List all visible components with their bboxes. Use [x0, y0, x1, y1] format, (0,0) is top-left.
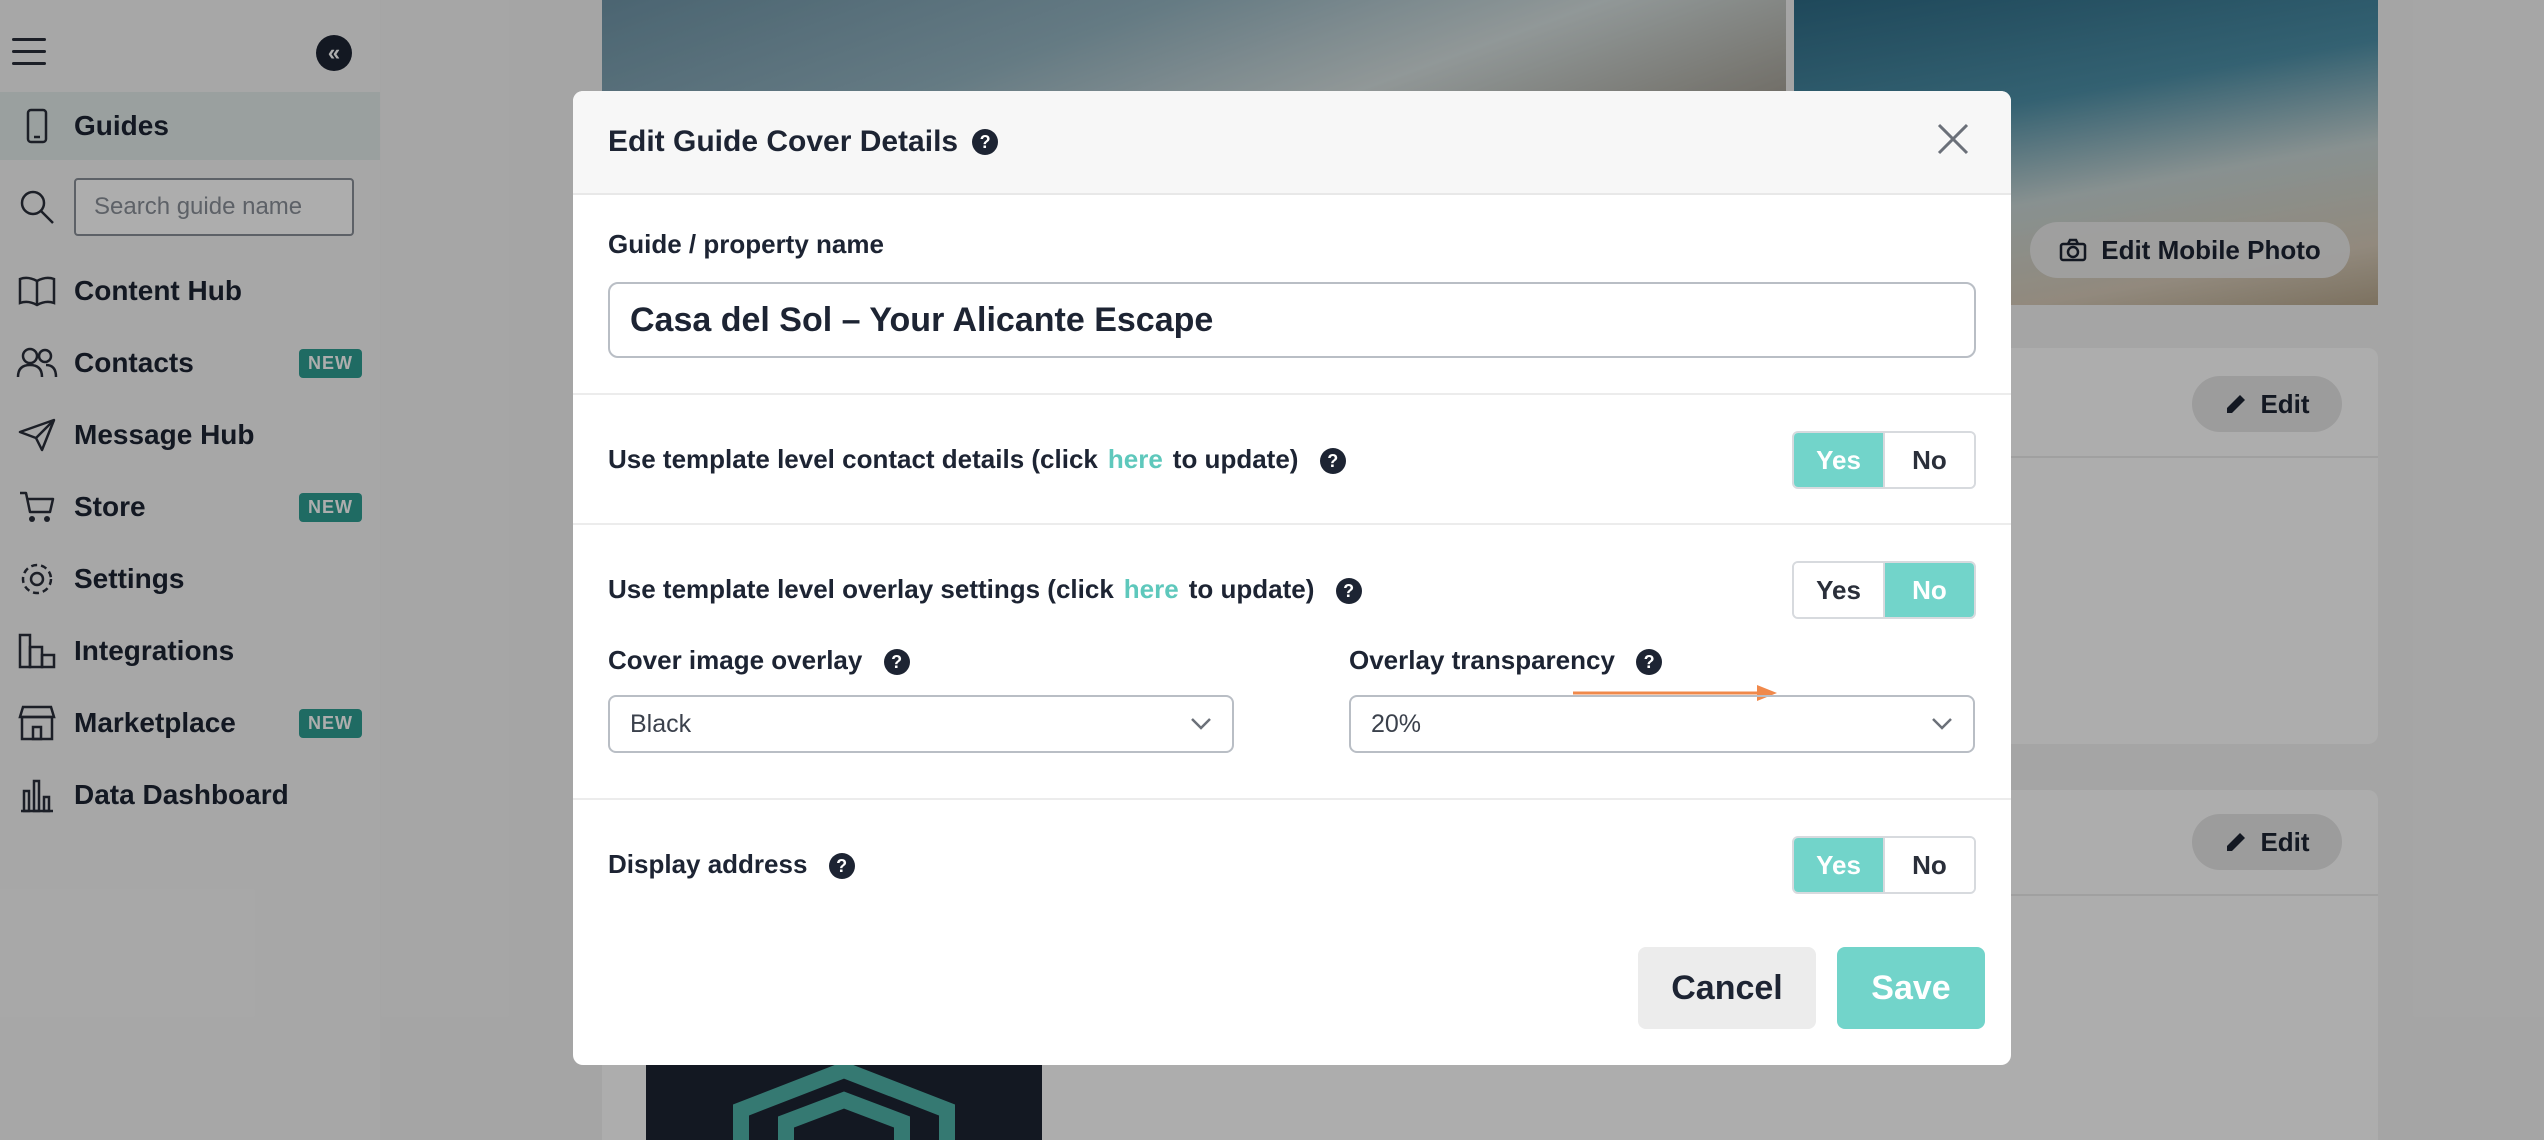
- overlay-settings-label: Use template level overlay settings (cli…: [608, 574, 1362, 605]
- chevron-down-icon: [1191, 718, 1211, 730]
- cover-overlay-select[interactable]: Black: [608, 695, 1234, 753]
- guide-name-label: Guide / property name: [608, 229, 884, 259]
- overlay-settings-toggle: Yes No: [1792, 561, 1976, 619]
- cover-overlay-value: Black: [630, 709, 692, 738]
- contact-label-text-end: to update): [1172, 444, 1299, 474]
- close-icon[interactable]: [1933, 119, 1973, 159]
- help-icon[interactable]: ?: [1335, 578, 1362, 605]
- save-button[interactable]: Save: [1837, 947, 1985, 1029]
- overlay-here-link[interactable]: here: [1124, 574, 1179, 604]
- modal-title: Edit Guide Cover Details: [608, 125, 959, 158]
- help-icon[interactable]: ?: [1319, 448, 1346, 475]
- cover-overlay-label: Cover image overlay ?: [608, 645, 910, 676]
- contact-details-label: Use template level contact details (clic…: [608, 444, 1346, 475]
- guide-name-section: Guide / property name Casa del Sol – You…: [573, 195, 2011, 395]
- address-no-button[interactable]: No: [1883, 838, 1974, 892]
- edit-guide-cover-modal: Edit Guide Cover Details ? Guide / prope…: [573, 91, 2011, 1065]
- cover-overlay-text: Cover image overlay: [608, 645, 863, 675]
- overlay-transparency-value: 20%: [1371, 709, 1422, 738]
- address-yes-button[interactable]: Yes: [1794, 838, 1883, 892]
- display-address-label: Display address ?: [608, 849, 855, 880]
- guide-name-value: Casa del Sol – Your Alicante Escape: [630, 300, 1214, 339]
- overlay-label-text-end: to update): [1188, 574, 1315, 604]
- modal-header: Edit Guide Cover Details ?: [573, 91, 2011, 195]
- overlay-settings-section: Use template level overlay settings (cli…: [573, 525, 2011, 800]
- contact-label-text: Use template level contact details (clic…: [608, 444, 1098, 474]
- chevron-down-icon: [1932, 718, 1952, 730]
- display-address-text: Display address: [608, 849, 808, 879]
- display-address-toggle: Yes No: [1792, 836, 1976, 894]
- guide-name-input[interactable]: Casa del Sol – Your Alicante Escape: [608, 282, 1976, 358]
- help-icon[interactable]: ?: [972, 129, 999, 155]
- contact-details-section: Use template level contact details (clic…: [573, 395, 2011, 525]
- contact-here-link[interactable]: here: [1108, 444, 1163, 474]
- help-icon[interactable]: ?: [1636, 649, 1663, 676]
- overlay-yes-button[interactable]: Yes: [1794, 563, 1883, 617]
- overlay-transparency-select[interactable]: 20%: [1349, 695, 1975, 753]
- contact-details-toggle: Yes No: [1792, 431, 1976, 489]
- overlay-no-button[interactable]: No: [1883, 563, 1974, 617]
- overlay-label-text: Use template level overlay settings (cli…: [608, 574, 1114, 604]
- overlay-transparency-text: Overlay transparency: [1349, 645, 1615, 675]
- help-icon[interactable]: ?: [828, 853, 855, 880]
- contact-no-button[interactable]: No: [1883, 433, 1974, 487]
- cancel-button[interactable]: Cancel: [1638, 947, 1816, 1029]
- help-icon[interactable]: ?: [883, 649, 910, 676]
- display-address-section: Display address ? Yes No Cancel Save: [573, 800, 2011, 1065]
- overlay-transparency-label: Overlay transparency ?: [1349, 645, 1663, 676]
- contact-yes-button[interactable]: Yes: [1794, 433, 1883, 487]
